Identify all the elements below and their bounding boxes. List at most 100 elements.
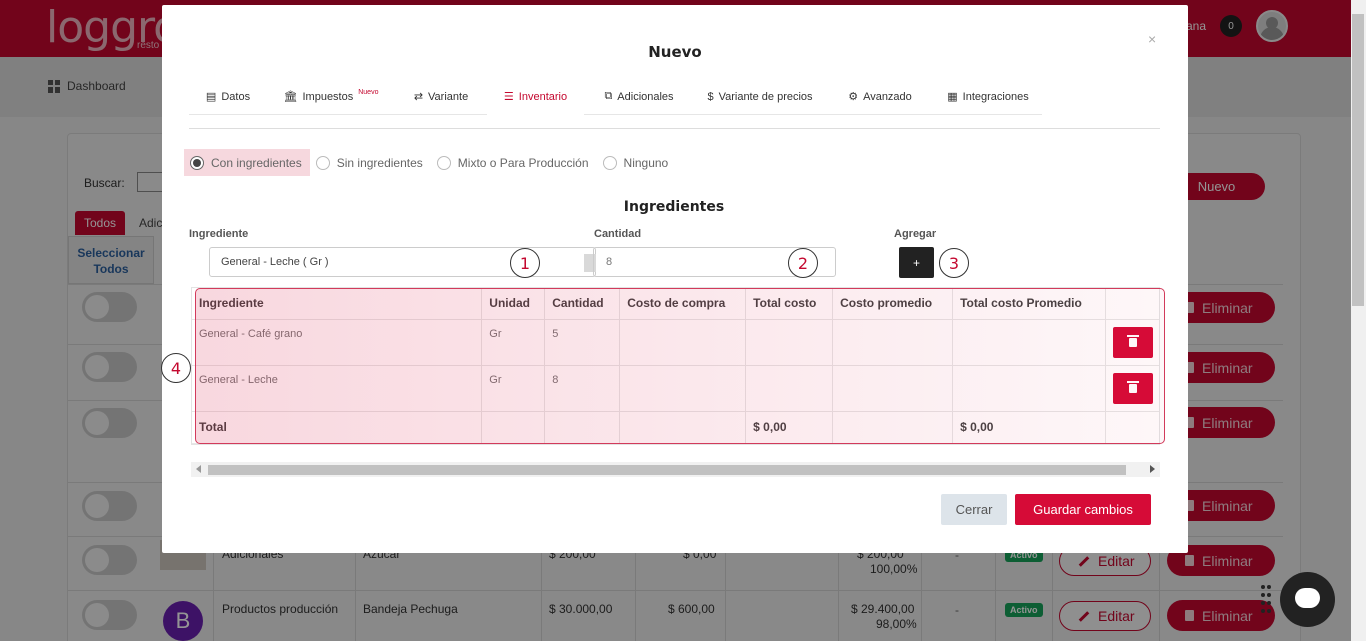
- add-label: Agregar: [894, 228, 937, 240]
- product-modal: Nuevo × ▤ Datos 🏛 Impuestos Nuevo ⇄ Varia…: [161, 5, 1188, 553]
- cell-quantity: 8: [544, 365, 621, 412]
- delete-ingredient-button[interactable]: [1112, 326, 1153, 358]
- trash-icon: [1126, 380, 1139, 393]
- radio-circle[interactable]: [436, 155, 451, 170]
- tab-label: Impuestos: [302, 90, 354, 103]
- close-icon[interactable]: ×: [1148, 31, 1156, 47]
- copy-icon: ⧉: [604, 90, 613, 102]
- cell-total-avg-cost: [952, 365, 1106, 412]
- document-icon: ▤: [205, 91, 217, 103]
- column-header: Costo de compra: [619, 288, 747, 320]
- tab-variante[interactable]: ⇄ Variante: [395, 79, 487, 115]
- table-horizontal-scrollbar[interactable]: [191, 462, 1160, 477]
- drag-handle-icon[interactable]: [1261, 585, 1271, 615]
- scroll-right-icon[interactable]: [1150, 465, 1155, 473]
- tab-adicionales[interactable]: ⧉ Adicionales: [584, 79, 694, 115]
- cell-total-avg-cost: [952, 319, 1106, 366]
- cell-total-cost: [745, 365, 834, 412]
- tab-label: Integraciones: [962, 90, 1029, 103]
- annotation-marker-1: 1: [510, 248, 540, 278]
- table-row: General - Café grano Gr 5: [192, 319, 1159, 366]
- tabs-divider: [189, 128, 1160, 129]
- tab-label: Variante: [428, 90, 469, 103]
- radio-label: Sin ingredientes: [336, 155, 423, 170]
- total-cost-value: $ 0,00: [745, 411, 834, 444]
- annotation-marker-3: 3: [939, 248, 969, 278]
- tab-label: Avanzado: [863, 90, 912, 103]
- scrollbar-thumb[interactable]: [208, 465, 1126, 475]
- tab-variante-precios[interactable]: $ Variante de precios: [694, 79, 826, 115]
- column-header: Ingrediente: [192, 288, 483, 320]
- modal-tabs: ▤ Datos 🏛 Impuestos Nuevo ⇄ Variante ☰ In…: [189, 79, 1159, 115]
- tab-datos[interactable]: ▤ Datos: [189, 79, 267, 115]
- trash-icon: [1126, 334, 1139, 347]
- page-scrollbar-thumb[interactable]: [1352, 14, 1364, 306]
- list-icon: ☰: [503, 91, 514, 103]
- tab-inventario[interactable]: ☰ Inventario: [487, 79, 584, 115]
- ingredients-title: Ingredientes: [623, 199, 725, 215]
- ingredients-table: Ingrediente Unidad Cantidad Costo de com…: [191, 287, 1160, 445]
- column-header: Unidad: [481, 288, 546, 320]
- cell-total-cost: [745, 319, 834, 366]
- cell-avg-cost: [832, 319, 954, 366]
- table-header-row: Ingrediente Unidad Cantidad Costo de com…: [192, 288, 1159, 320]
- radio-label: Con ingredientes: [211, 155, 302, 170]
- annotation-marker-2: 2: [788, 248, 818, 278]
- column-header: Cantidad: [544, 288, 621, 320]
- save-button[interactable]: Guardar cambios: [1015, 494, 1151, 525]
- chat-icon[interactable]: [1280, 572, 1335, 627]
- radio-circle[interactable]: [602, 155, 617, 170]
- tab-avanzado[interactable]: ⚙ Avanzado: [826, 79, 934, 115]
- ingredient-label: Ingrediente: [189, 228, 249, 240]
- close-button[interactable]: Cerrar: [941, 494, 1007, 525]
- cell-purchase-cost: [619, 319, 747, 366]
- total-empty: [832, 411, 954, 444]
- bank-icon: 🏛: [283, 91, 298, 103]
- radio-circle[interactable]: [190, 155, 204, 170]
- cell-unit: Gr: [481, 365, 546, 412]
- scroll-left-icon[interactable]: [196, 465, 201, 473]
- delete-ingredient-button[interactable]: [1112, 372, 1153, 404]
- quantity-label: Cantidad: [594, 228, 642, 240]
- radio-con-ingredientes[interactable]: Con ingredientes: [184, 149, 310, 176]
- new-badge: Nuevo: [358, 89, 379, 96]
- column-header: Total costo: [745, 288, 834, 320]
- cell-avg-cost: [832, 365, 954, 412]
- column-header: Total costo Promedio: [952, 288, 1106, 320]
- dollar-icon: $: [707, 90, 714, 103]
- column-header: [1105, 288, 1159, 320]
- cell-quantity: 5: [544, 319, 621, 366]
- column-header: Costo promedio: [832, 288, 954, 320]
- total-empty: [481, 411, 546, 444]
- radio-ninguno[interactable]: Ninguno: [597, 149, 677, 176]
- cell-actions: [1105, 319, 1159, 366]
- radio-sin-ingredientes[interactable]: Sin ingredientes: [310, 149, 431, 176]
- grid-icon: ▦: [947, 91, 958, 103]
- radio-circle[interactable]: [315, 155, 330, 170]
- table-total-row: Total $ 0,00 $ 0,00: [192, 411, 1159, 444]
- tab-label: Adicionales: [617, 90, 674, 103]
- tab-label: Variante de precios: [718, 90, 813, 103]
- tab-impuestos[interactable]: 🏛 Impuestos Nuevo: [267, 79, 395, 115]
- cell-ingredient: General - Leche: [192, 365, 483, 412]
- gear-icon: ⚙: [848, 91, 859, 103]
- tab-integraciones[interactable]: ▦ Integraciones: [934, 79, 1042, 115]
- add-ingredient-button[interactable]: +: [899, 247, 934, 278]
- total-empty: [1105, 411, 1159, 444]
- tab-label: Inventario: [518, 90, 568, 103]
- annotation-marker-4: 4: [161, 353, 191, 383]
- tab-label: Datos: [221, 90, 251, 103]
- cell-actions: [1105, 365, 1159, 412]
- modal-title: Nuevo: [648, 43, 702, 61]
- total-avg-value: $ 0,00: [952, 411, 1106, 444]
- radio-label: Mixto o Para Producción: [457, 155, 589, 170]
- total-empty: [619, 411, 747, 444]
- total-label: Total: [192, 411, 483, 444]
- cell-unit: Gr: [481, 319, 546, 366]
- radio-mixto[interactable]: Mixto o Para Producción: [431, 149, 597, 176]
- total-empty: [544, 411, 621, 444]
- cell-purchase-cost: [619, 365, 747, 412]
- cell-ingredient: General - Café grano: [192, 319, 483, 366]
- table-row: General - Leche Gr 8: [192, 365, 1159, 412]
- inventory-type-radios: Con ingredientes Sin ingredientes Mixto …: [184, 149, 676, 176]
